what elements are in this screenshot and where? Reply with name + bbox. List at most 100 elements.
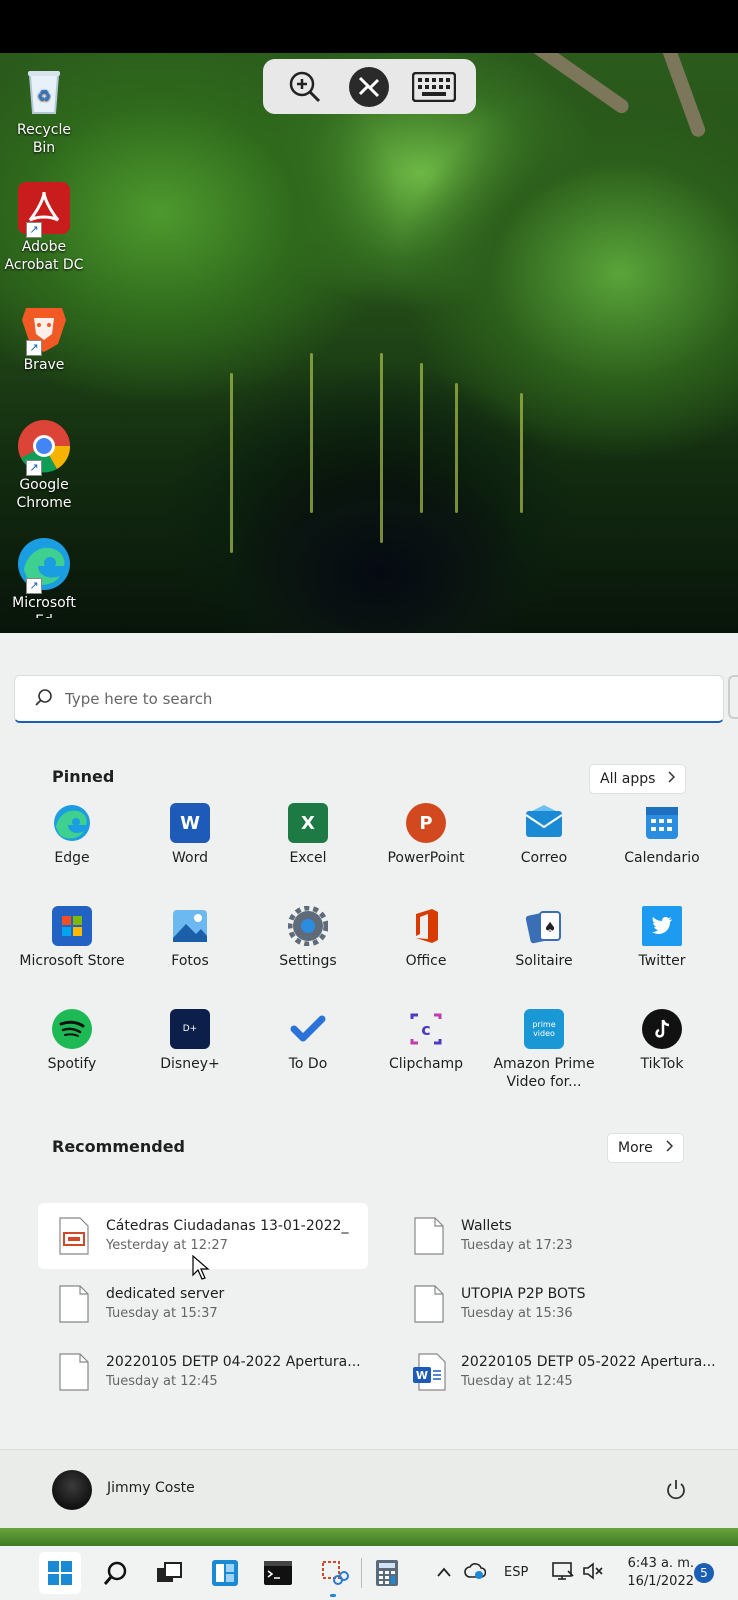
power-icon[interactable]	[664, 1478, 688, 1502]
pinned-app-powerpoint[interactable]: P PowerPoint	[367, 803, 485, 906]
desktop-icon-acrobat[interactable]: ↗ Adobe Acrobat DC	[4, 180, 84, 274]
language-indicator[interactable]: ESP	[504, 1565, 528, 1580]
word-icon: W	[170, 803, 210, 843]
pinned-app-spotify[interactable]: Spotify	[13, 1009, 131, 1112]
desktop-icon-label: Adobe Acrobat DC	[4, 239, 84, 273]
widgets-icon[interactable]	[204, 1552, 246, 1594]
pinned-app-solitaire[interactable]: ♠ Solitaire	[485, 906, 603, 1009]
recommended-time-text: Tuesday at 15:36	[461, 1306, 573, 1321]
user-name[interactable]: Jimmy Coste	[107, 1480, 195, 1496]
pinned-app-prime-video[interactable]: prime video Amazon Prime Video for...	[485, 1009, 603, 1112]
shortcut-arrow-icon: ↗	[26, 578, 42, 594]
pinned-app-word[interactable]: W Word	[131, 803, 249, 906]
app-label: Twitter	[638, 953, 686, 969]
recommended-time-text: Yesterday at 12:27	[106, 1238, 228, 1253]
desktop-icon-chrome[interactable]: ↗ Google Chrome	[4, 418, 84, 512]
gear-icon	[288, 906, 328, 946]
task-view-icon[interactable]	[148, 1552, 190, 1594]
taskbar: ESP 6:43 a. m. 16/1/2022 5	[0, 1546, 738, 1600]
terminal-icon[interactable]	[257, 1552, 299, 1594]
notification-badge[interactable]: 5	[694, 1563, 714, 1583]
app-label: PowerPoint	[387, 850, 465, 866]
recommended-title-text: UTOPIA P2P BOTS	[461, 1286, 586, 1302]
app-label: TikTok	[640, 1056, 684, 1072]
pinned-app-microsoft-store[interactable]: Microsoft Store	[13, 906, 131, 1009]
shortcut-arrow-icon: ↗	[26, 460, 42, 476]
pinned-app-fotos[interactable]: Fotos	[131, 906, 249, 1009]
pinned-app-office[interactable]: Office	[367, 906, 485, 1009]
pinned-title: Pinned	[52, 767, 115, 786]
pinned-app-clipchamp[interactable]: c Clipchamp	[367, 1009, 485, 1112]
desktop-icon-label: Brave	[23, 357, 65, 373]
search-box[interactable]	[14, 675, 724, 723]
more-button[interactable]: More	[607, 1133, 684, 1163]
pinned-app-disney[interactable]: D+ Disney+	[131, 1009, 249, 1112]
pinned-apps-grid: Edge W Word X Excel P PowerPoint Correo …	[13, 803, 725, 1112]
brave-icon: ↗	[16, 298, 72, 356]
desktop-icon-label: Recycle Bin	[17, 122, 71, 156]
pinned-app-tiktok[interactable]: TikTok	[603, 1009, 721, 1112]
desktop-icon-edge[interactable]: ↗ Microsoft Ed	[4, 536, 84, 618]
wallpaper-vine	[230, 373, 233, 553]
network-icon[interactable]	[552, 1561, 574, 1585]
wallpaper-branch	[652, 53, 708, 139]
pinned-app-edge[interactable]: Edge	[13, 803, 131, 906]
desktop-icon-recycle-bin[interactable]: ♻ Recycle Bin	[4, 63, 84, 157]
twitter-icon	[642, 906, 682, 946]
recommended-item[interactable]: UTOPIA P2P BOTS Tuesday at 15:36	[393, 1271, 723, 1337]
app-label: Fotos	[171, 953, 209, 969]
pinned-app-settings[interactable]: Settings	[249, 906, 367, 1009]
desktop-icon-brave[interactable]: ↗ Brave	[4, 298, 84, 374]
edge-icon	[52, 803, 92, 843]
shortcut-arrow-icon: ↗	[26, 222, 42, 238]
recommended-title: Recommended	[52, 1137, 185, 1156]
wallpaper-branch	[508, 53, 632, 116]
windows-start-icon[interactable]	[39, 1552, 81, 1594]
svg-text:c: c	[421, 1020, 430, 1039]
word-file-icon: W	[413, 1353, 446, 1391]
wallpaper-vine	[310, 353, 313, 513]
recommended-title-text: 20220105 DETP 05-2022 Apertura...	[461, 1354, 716, 1370]
cloud-sync-icon[interactable]	[464, 1561, 487, 1585]
snipping-tool-icon[interactable]	[313, 1552, 355, 1594]
keyboard-icon[interactable]	[411, 65, 456, 109]
search-input[interactable]	[65, 689, 685, 708]
shortcut-arrow-icon: ↗	[26, 340, 42, 356]
calculator-icon[interactable]	[366, 1552, 408, 1594]
app-label: Settings	[279, 953, 337, 969]
pinned-app-excel[interactable]: X Excel	[249, 803, 367, 906]
chevron-up-icon[interactable]	[436, 1563, 452, 1582]
recommended-item[interactable]: 20220105 DETP 04-2022 Apertura... Tuesda…	[38, 1339, 368, 1405]
desktop-icon-label: Microsoft Ed	[12, 595, 76, 618]
recommended-item[interactable]: Wallets Tuesday at 17:23	[393, 1203, 723, 1269]
recommended-item[interactable]: W 20220105 DETP 05-2022 Apertura... Tues…	[393, 1339, 723, 1405]
clipchamp-icon: c	[406, 1009, 446, 1049]
clock[interactable]: 6:43 a. m. 16/1/2022	[618, 1555, 694, 1591]
zoom-in-icon[interactable]	[283, 65, 327, 109]
pdf-file-icon	[58, 1217, 89, 1255]
search-icon[interactable]	[95, 1552, 137, 1594]
recommended-title-text: Wallets	[461, 1218, 512, 1234]
chrome-icon: ↗	[16, 418, 72, 476]
wallpaper-vine	[380, 353, 383, 543]
recycle-bin-icon: ♻	[16, 63, 72, 119]
pinned-app-correo[interactable]: Correo	[485, 803, 603, 906]
recommended-title-text: 20220105 DETP 04-2022 Apertura...	[106, 1354, 361, 1370]
file-icon	[58, 1353, 89, 1391]
svg-text:W: W	[416, 1369, 428, 1382]
desktop-wallpaper	[0, 53, 738, 633]
remote-desktop-icon[interactable]	[347, 65, 391, 109]
volume-muted-icon[interactable]	[582, 1561, 604, 1585]
pinned-app-calendario[interactable]: Calendario	[603, 803, 721, 906]
app-label: Solitaire	[515, 953, 573, 969]
scroll-handle[interactable]	[728, 675, 738, 719]
avatar[interactable]	[52, 1470, 92, 1510]
pinned-app-twitter[interactable]: Twitter	[603, 906, 721, 1009]
active-indicator	[330, 1594, 336, 1597]
all-apps-button[interactable]: All apps	[589, 764, 687, 794]
clock-time: 6:43 a. m.	[627, 1556, 694, 1571]
office-icon	[406, 906, 446, 946]
pinned-app-todo[interactable]: To Do	[249, 1009, 367, 1112]
app-label: Edge	[54, 850, 90, 866]
search-icon	[35, 688, 53, 710]
